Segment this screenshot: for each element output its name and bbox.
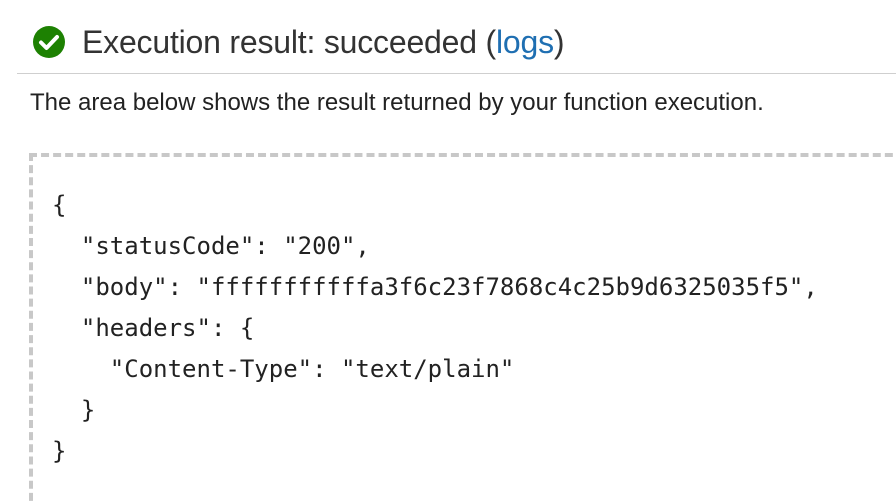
title-suffix: ) bbox=[553, 23, 565, 60]
title-prefix: Execution result: succeeded ( bbox=[82, 23, 496, 60]
execution-result-header: Execution result: succeeded (logs) bbox=[32, 20, 565, 64]
check-circle-icon bbox=[32, 25, 66, 59]
result-json: { "statusCode": "200", "body": "ffffffff… bbox=[52, 191, 818, 465]
logs-link[interactable]: logs bbox=[496, 24, 554, 60]
result-description: The area below shows the result returned… bbox=[30, 89, 764, 116]
header-divider bbox=[17, 73, 896, 74]
execution-result-title: Execution result: succeeded (logs) bbox=[82, 23, 565, 61]
